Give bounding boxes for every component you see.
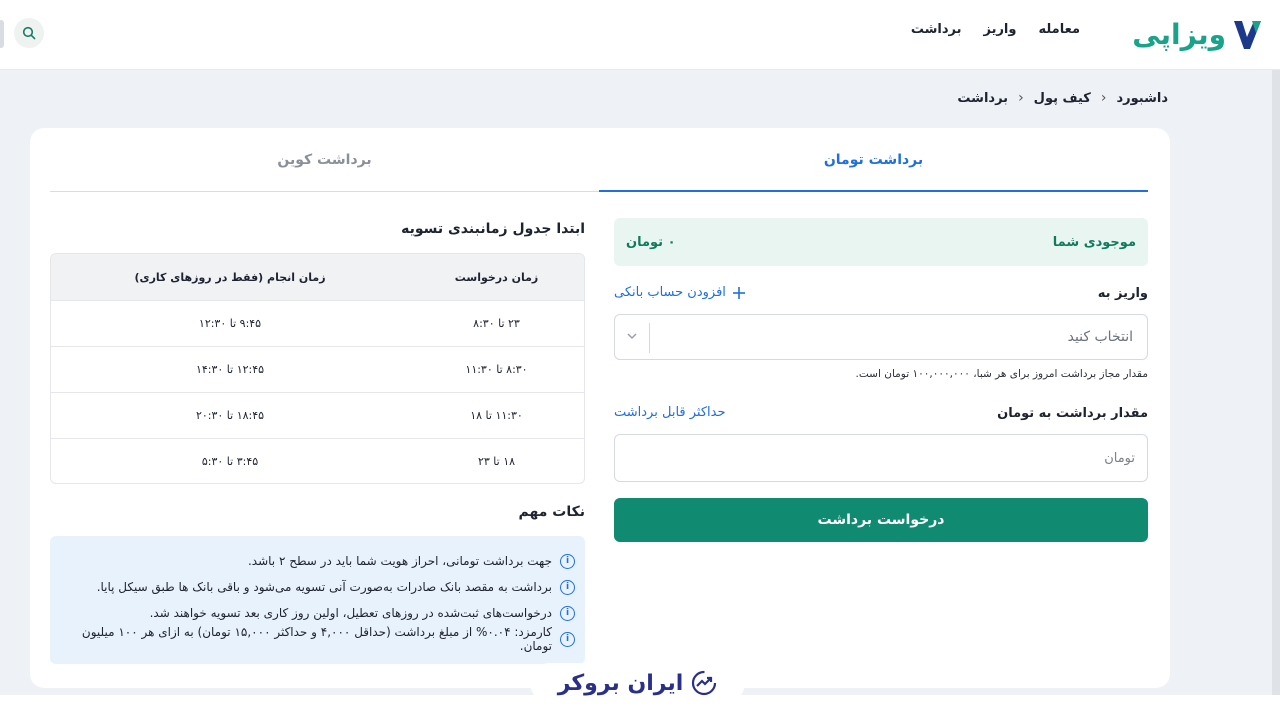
nav-deposit[interactable]: واریز bbox=[983, 22, 1016, 37]
info-icon: i bbox=[560, 553, 575, 569]
amount-label: مقدار برداشت به تومان bbox=[997, 406, 1148, 421]
notes-box: i جهت برداشت تومانی، احراز هویت شما باید… bbox=[50, 536, 585, 664]
header-settle-time: زمان انجام (فقط در روزهای کاری) bbox=[134, 270, 326, 284]
chevron-left-icon: ‹ bbox=[1018, 90, 1024, 106]
note-text: جهت برداشت تومانی، احراز هویت شما باید د… bbox=[247, 554, 552, 568]
table-row: ۲۳ تا ۸:۳۰ ۹:۴۵ تا ۱۲:۳۰ bbox=[51, 300, 584, 346]
nav-withdraw[interactable]: برداشت bbox=[911, 22, 962, 37]
logo[interactable]: ویزاپی bbox=[1132, 12, 1262, 56]
main-nav: معامله واریز برداشت bbox=[911, 22, 1080, 37]
info-icon: i bbox=[560, 631, 575, 647]
notes-title: نکات مهم bbox=[518, 504, 586, 520]
list-item: i درخواست‌های ثبت‌شده در روزهای تعطیل، ا… bbox=[60, 600, 575, 626]
tab-coin-withdraw[interactable]: برداشت کوین bbox=[50, 128, 599, 191]
note-text: برداشت به مقصد بانک صادرات به‌صورت آنی ت… bbox=[96, 580, 552, 594]
header-request-time: زمان درخواست bbox=[454, 270, 539, 284]
max-withdraw-link[interactable]: حداکثر قابل برداشت bbox=[614, 405, 726, 420]
panel-edge bbox=[0, 20, 4, 48]
search-icon bbox=[22, 26, 36, 40]
add-bank-account-link[interactable]: افزودن حساب بانکی bbox=[614, 285, 746, 300]
amount-input[interactable]: تومان bbox=[614, 434, 1148, 482]
settle-time-cell: ۱۲:۴۵ تا ۱۴:۳۰ bbox=[195, 363, 265, 376]
settle-time-cell: ۳:۴۵ تا ۵:۳۰ bbox=[201, 455, 259, 468]
select-placeholder: انتخاب کنید bbox=[1067, 329, 1133, 345]
balance-label: موجودی شما bbox=[1052, 234, 1136, 250]
balance-value: ۰ تومان bbox=[626, 234, 676, 250]
plus-icon bbox=[732, 286, 745, 299]
watermark: ایران بروکر bbox=[530, 663, 745, 703]
logo-text: ویزاپی bbox=[1132, 17, 1227, 51]
breadcrumb-withdraw: برداشت bbox=[957, 90, 1009, 106]
chevron-down-icon bbox=[627, 333, 637, 340]
add-bank-account-label: افزودن حساب بانکی bbox=[614, 285, 726, 300]
table-row: ۱۸ تا ۲۳ ۳:۴۵ تا ۵:۳۰ bbox=[51, 438, 584, 483]
request-time-cell: ۸:۳۰ تا ۱۱:۳۰ bbox=[465, 363, 528, 376]
list-item: i برداشت به مقصد بانک صادرات به‌صورت آنی… bbox=[60, 574, 575, 600]
table-row: ۱۱:۳۰ تا ۱۸ ۱۸:۴۵ تا ۲۰:۳۰ bbox=[51, 392, 584, 438]
settle-time-cell: ۱۸:۴۵ تا ۲۰:۳۰ bbox=[195, 409, 265, 422]
breadcrumb-dashboard[interactable]: داشبورد bbox=[1116, 91, 1168, 106]
settlement-schedule-table: زمان درخواست زمان انجام (فقط در روزهای ک… bbox=[50, 253, 585, 484]
note-text: درخواست‌های ثبت‌شده در روزهای تعطیل، اول… bbox=[149, 606, 552, 620]
scrollbar[interactable] bbox=[1272, 70, 1280, 695]
balance-box: موجودی شما ۰ تومان bbox=[614, 218, 1148, 266]
logo-mark-icon bbox=[1234, 21, 1261, 49]
request-time-cell: ۲۳ تا ۸:۳۰ bbox=[473, 317, 520, 330]
search-button[interactable] bbox=[14, 18, 44, 48]
withdraw-limit-hint: مقدار مجاز برداشت امروز برای هر شبا، ۱۰۰… bbox=[855, 368, 1148, 380]
note-text: کارمزد: ۰.۰۴% از مبلغ برداشت (حداقل ۴,۰۰… bbox=[81, 625, 552, 653]
breadcrumb-wallet[interactable]: کیف پول bbox=[1034, 91, 1091, 106]
nav-trade[interactable]: معامله bbox=[1038, 22, 1080, 37]
chevron-left-icon: ‹ bbox=[1100, 90, 1107, 106]
table-row: ۸:۳۰ تا ۱۱:۳۰ ۱۲:۴۵ تا ۱۴:۳۰ bbox=[51, 346, 584, 392]
info-icon: i bbox=[560, 605, 575, 621]
tab-toman-withdraw[interactable]: برداشت تومان bbox=[599, 128, 1148, 192]
top-bar: معامله واریز برداشت ویزاپی bbox=[0, 0, 1280, 70]
info-icon: i bbox=[560, 579, 575, 595]
select-divider bbox=[649, 323, 650, 353]
breadcrumb: داشبورد ‹ کیف پول ‹ برداشت bbox=[957, 90, 1168, 106]
list-item: i کارمزد: ۰.۰۴% از مبلغ برداشت (حداقل ۴,… bbox=[60, 625, 575, 653]
withdraw-card: برداشت تومان برداشت کوین موجودی شما ۰ تو… bbox=[30, 128, 1170, 688]
bank-account-select[interactable]: انتخاب کنید bbox=[614, 314, 1148, 360]
request-withdraw-button[interactable]: درخواست برداشت bbox=[614, 498, 1148, 542]
watermark-text: ایران بروکر bbox=[557, 670, 684, 696]
withdraw-tabs: برداشت تومان برداشت کوین bbox=[50, 128, 1148, 192]
request-time-cell: ۱۱:۳۰ تا ۱۸ bbox=[470, 409, 523, 422]
amount-placeholder: تومان bbox=[1104, 450, 1135, 466]
settle-time-cell: ۹:۴۵ تا ۱۲:۳۰ bbox=[198, 317, 262, 330]
trend-arrow-icon bbox=[692, 670, 717, 696]
list-item: i جهت برداشت تومانی، احراز هویت شما باید… bbox=[60, 548, 575, 574]
schedule-title: ابتدا جدول زمانبندی تسویه bbox=[401, 221, 585, 237]
table-header-row: زمان درخواست زمان انجام (فقط در روزهای ک… bbox=[51, 254, 584, 300]
max-withdraw-label: حداکثر قابل برداشت bbox=[614, 405, 726, 420]
deposit-to-label: واریز به bbox=[1097, 286, 1148, 301]
request-time-cell: ۱۸ تا ۲۳ bbox=[477, 455, 516, 468]
